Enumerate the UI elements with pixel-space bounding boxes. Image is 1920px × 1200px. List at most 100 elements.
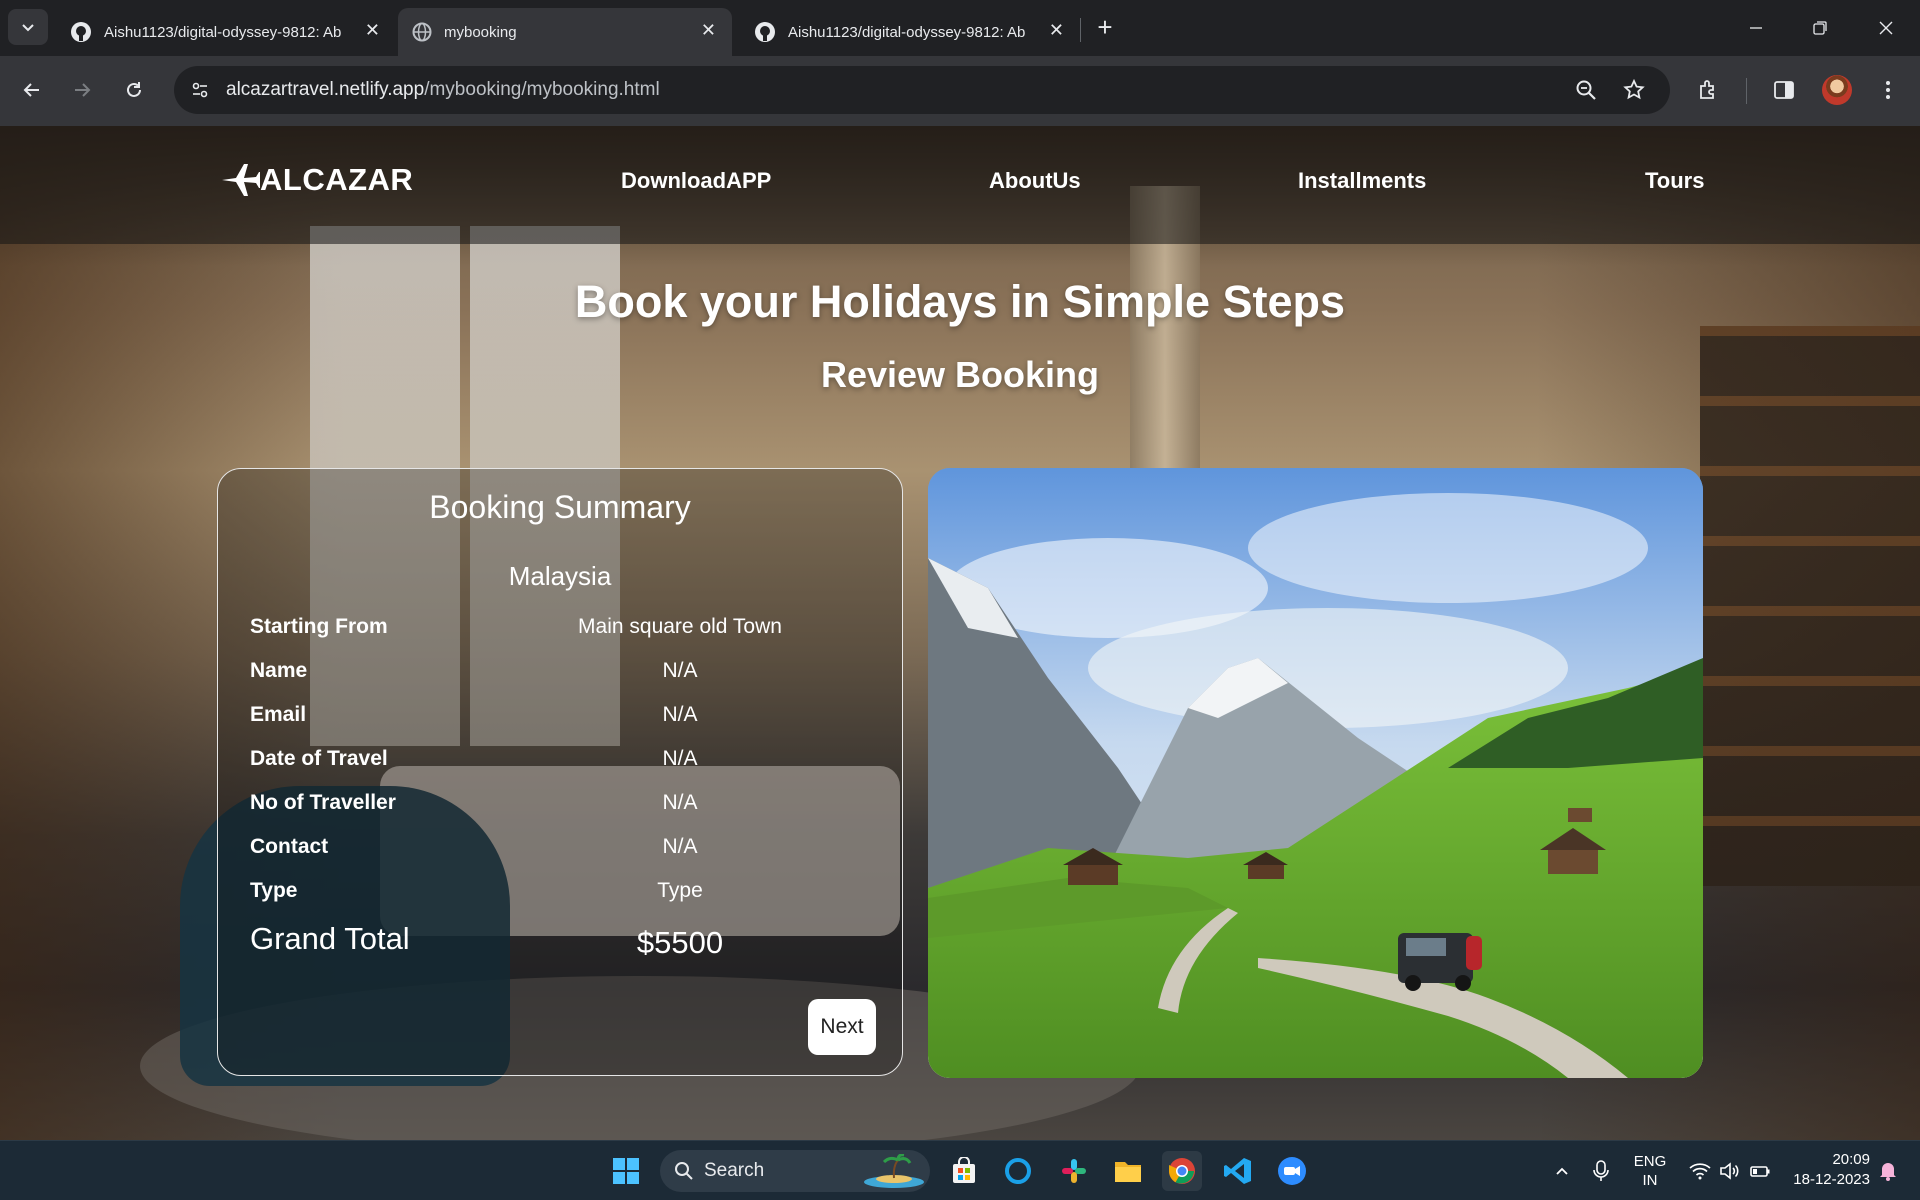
summary-row-grand-total: Grand Total $5500 (250, 921, 870, 965)
close-tab-icon[interactable]: ✕ (1049, 20, 1064, 41)
row-value: N/A (662, 747, 698, 770)
zoom-icon[interactable] (1574, 78, 1598, 102)
close-icon (1879, 21, 1893, 35)
nav-link-tours[interactable]: Tours (1645, 168, 1704, 194)
site-navbar: ALCAZAR DownloadAPP AboutUs Installments… (0, 126, 1920, 244)
taskbar-search[interactable]: Search (660, 1150, 930, 1192)
reload-icon (127, 82, 141, 97)
nav-link-downloadapp[interactable]: DownloadAPP (621, 168, 771, 194)
chrome-icon[interactable] (1162, 1151, 1202, 1191)
menu-kebab-icon[interactable] (1872, 74, 1904, 106)
language-line-2: IN (1642, 1172, 1658, 1189)
zoom-app-icon[interactable] (1272, 1151, 1312, 1191)
url-path: /mybooking/mybooking.html (424, 79, 660, 100)
arrow-left-icon (23, 83, 39, 97)
summary-row-name: Name N/A (250, 659, 870, 689)
row-label: No of Traveller (250, 791, 396, 814)
browser-tab-3[interactable]: Aishu1123/digital-odyssey-9812: Abo ✕ (740, 8, 1080, 56)
language-indicator[interactable]: ENG IN (1628, 1152, 1672, 1190)
tab-title: mybooking (444, 23, 517, 41)
globe-icon (412, 22, 432, 42)
landscape-illustration (928, 468, 1703, 1078)
nav-link-installments[interactable]: Installments (1298, 168, 1426, 194)
speaker-icon (1720, 1162, 1739, 1180)
taskbar-clock[interactable]: 20:09 18-12-2023 (1780, 1150, 1870, 1190)
web-page: ALCAZAR DownloadAPP AboutUs Installments… (0, 126, 1920, 1140)
restore-button[interactable] (1800, 12, 1840, 44)
background-decor (1700, 326, 1920, 886)
minimize-icon (1750, 27, 1762, 29)
summary-row-contact: Contact N/A (250, 835, 870, 865)
side-panel-icon[interactable] (1768, 74, 1800, 106)
row-label: Name (250, 659, 308, 682)
extensions-icon[interactable] (1692, 74, 1724, 106)
windows-logo-icon (613, 1158, 639, 1184)
tab-title: Aishu1123/digital-odyssey-9812: Abo (104, 23, 342, 41)
microphone-icon[interactable] (1584, 1151, 1618, 1191)
minimize-button[interactable] (1736, 12, 1776, 44)
close-tab-icon[interactable]: ✕ (701, 20, 716, 41)
windows-start-button[interactable] (606, 1151, 646, 1191)
profile-avatar[interactable] (1822, 75, 1852, 105)
chevron-down-icon (22, 24, 34, 32)
row-label: Type (250, 879, 298, 902)
site-info-icon[interactable] (184, 74, 216, 106)
microsoft-store-icon[interactable] (944, 1151, 984, 1191)
close-tab-icon[interactable]: ✕ (365, 20, 380, 41)
browser-tab-2[interactable]: mybooking ✕ (398, 8, 732, 56)
address-bar[interactable]: alcazartravel.netlify.app/mybooking/mybo… (174, 66, 1670, 114)
site-logo[interactable]: ALCAZAR (220, 160, 413, 200)
restore-icon (1813, 21, 1827, 35)
clock-time: 20:09 (1832, 1151, 1870, 1168)
show-hidden-icons-button[interactable] (1542, 1151, 1582, 1191)
file-explorer-icon[interactable] (1108, 1151, 1148, 1191)
github-icon (755, 22, 775, 42)
row-value: Main square old Town (578, 615, 782, 638)
beach-island-icon (864, 1154, 924, 1188)
system-tray-status[interactable] (1680, 1151, 1780, 1191)
back-button[interactable] (14, 72, 50, 108)
browser-tab-1[interactable]: Aishu1123/digital-odyssey-9812: Abo ✕ (56, 8, 396, 56)
reload-button[interactable] (116, 72, 152, 108)
summary-row-type: Type Type (250, 879, 870, 909)
bookmark-star-icon[interactable] (1622, 78, 1646, 102)
grand-total-label: Grand Total (250, 921, 410, 956)
url-host: alcazartravel.netlify.app (226, 79, 425, 100)
grand-total-value: $5500 (636, 925, 724, 960)
search-label: Search (704, 1160, 765, 1181)
row-value: N/A (662, 703, 698, 726)
row-label: Starting From (250, 615, 388, 638)
wifi-icon (1689, 1163, 1711, 1180)
page-title: Book your Holidays in Simple Steps (574, 276, 1346, 327)
summary-title: Booking Summary (429, 489, 691, 525)
forward-button[interactable] (64, 72, 100, 108)
tab-title: Aishu1123/digital-odyssey-9812: Abo (788, 23, 1026, 41)
airplane-icon (222, 164, 260, 196)
row-label: Contact (250, 835, 329, 858)
search-icon (675, 1162, 693, 1180)
browser-tabstrip: Aishu1123/digital-odyssey-9812: Abo ✕ my… (0, 0, 1920, 56)
next-button[interactable]: Next (808, 999, 876, 1055)
summary-row-no-of-traveller: No of Traveller N/A (250, 791, 870, 821)
cortana-icon[interactable] (998, 1151, 1038, 1191)
url-text[interactable]: alcazartravel.netlify.app/mybooking/mybo… (226, 79, 660, 101)
battery-icon (1750, 1166, 1770, 1177)
logo-text: ALCAZAR (260, 162, 414, 197)
summary-row-date-of-travel: Date of Travel N/A (250, 747, 870, 777)
row-label: Email (250, 703, 307, 726)
slack-icon[interactable] (1054, 1151, 1094, 1191)
os-taskbar: Search ENG IN 20:09 18-12-2023 (0, 1140, 1920, 1200)
close-window-button[interactable] (1866, 12, 1906, 44)
tab-search-button[interactable] (8, 9, 48, 45)
toolbar-divider (1746, 78, 1747, 104)
summary-row-starting-from: Starting From Main square old Town (250, 615, 870, 645)
browser-toolbar: alcazartravel.netlify.app/mybooking/mybo… (0, 56, 1920, 126)
notification-bell-icon[interactable] (1870, 1151, 1906, 1191)
clock-date: 18-12-2023 (1793, 1171, 1870, 1188)
summary-row-email: Email N/A (250, 703, 870, 733)
nav-link-aboutus[interactable]: AboutUs (989, 168, 1081, 194)
github-icon (71, 22, 91, 42)
new-tab-button[interactable]: + (1090, 12, 1120, 42)
vscode-icon[interactable] (1218, 1151, 1258, 1191)
tab-divider (1080, 18, 1081, 42)
